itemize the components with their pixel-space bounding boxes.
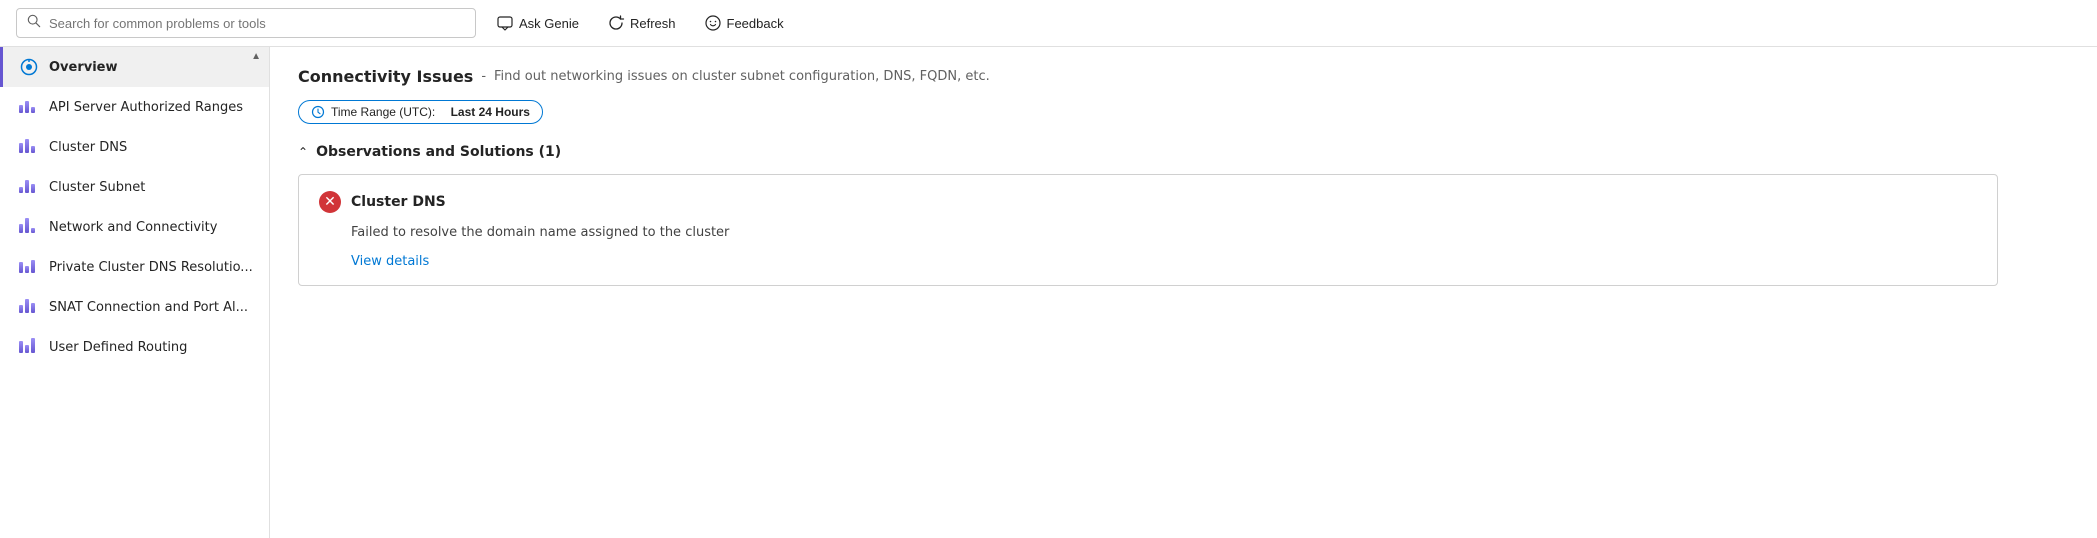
feedback-label: Feedback xyxy=(727,16,784,31)
page-header: Connectivity Issues - Find out networkin… xyxy=(298,67,2069,124)
sidebar-item-cluster-subnet-label: Cluster Subnet xyxy=(49,180,145,195)
title-separator: - xyxy=(481,69,486,84)
user-defined-routing-icon xyxy=(19,337,39,357)
observation-item-title: Cluster DNS xyxy=(351,194,446,210)
sidebar-item-user-defined-routing-label: User Defined Routing xyxy=(49,340,187,355)
error-icon: ✕ xyxy=(319,191,341,213)
sidebar-item-api-server-label: API Server Authorized Ranges xyxy=(49,100,243,115)
refresh-button[interactable]: Refresh xyxy=(599,10,684,36)
snat-icon xyxy=(19,297,39,317)
observation-card: ✕ Cluster DNS Failed to resolve the doma… xyxy=(298,174,1998,286)
sidebar-item-cluster-subnet[interactable]: Cluster Subnet xyxy=(0,167,269,207)
page-subtitle: Find out networking issues on cluster su… xyxy=(494,69,990,84)
overview-icon xyxy=(19,57,39,77)
sidebar-item-api-server[interactable]: API Server Authorized Ranges xyxy=(0,87,269,127)
ask-genie-button[interactable]: Ask Genie xyxy=(488,10,587,36)
clock-icon xyxy=(311,105,325,119)
feedback-icon xyxy=(704,14,722,32)
sidebar-item-private-cluster[interactable]: Private Cluster DNS Resolutio... xyxy=(0,247,269,287)
time-range-label: Time Range (UTC): xyxy=(331,105,435,119)
page-title: Connectivity Issues xyxy=(298,67,473,86)
sidebar-item-snat[interactable]: SNAT Connection and Port Al... xyxy=(0,287,269,327)
refresh-icon xyxy=(607,14,625,32)
content-area: Connectivity Issues - Find out networkin… xyxy=(270,47,2097,538)
observation-item-header: ✕ Cluster DNS xyxy=(319,191,1977,213)
sidebar-item-overview-label: Overview xyxy=(49,60,118,75)
main-layout: ▲ Overview API Server Authorize xyxy=(0,47,2097,538)
cluster-dns-icon xyxy=(19,137,39,157)
observations-title: Observations and Solutions (1) xyxy=(316,144,561,160)
network-connectivity-icon xyxy=(19,217,39,237)
search-input[interactable] xyxy=(49,16,465,31)
sidebar: ▲ Overview API Server Authorize xyxy=(0,47,270,538)
sidebar-item-network-connectivity-label: Network and Connectivity xyxy=(49,220,217,235)
sidebar-item-cluster-dns-label: Cluster DNS xyxy=(49,140,127,155)
observations-header: ⌃ Observations and Solutions (1) xyxy=(298,144,2069,160)
observation-description: Failed to resolve the domain name assign… xyxy=(351,225,1977,240)
sidebar-item-snat-label: SNAT Connection and Port Al... xyxy=(49,300,248,315)
view-details-link[interactable]: View details xyxy=(351,254,429,269)
cluster-subnet-icon xyxy=(19,177,39,197)
sidebar-item-cluster-dns[interactable]: Cluster DNS xyxy=(0,127,269,167)
chevron-up-icon: ⌃ xyxy=(298,145,308,159)
feedback-button[interactable]: Feedback xyxy=(696,10,792,36)
sidebar-item-private-cluster-label: Private Cluster DNS Resolutio... xyxy=(49,260,253,275)
private-cluster-icon xyxy=(19,257,39,277)
api-server-icon xyxy=(19,97,39,117)
ask-genie-label: Ask Genie xyxy=(519,16,579,31)
time-range-button[interactable]: Time Range (UTC): Last 24 Hours xyxy=(298,100,543,124)
refresh-label: Refresh xyxy=(630,16,676,31)
toolbar: Ask Genie Refresh Feedback xyxy=(0,0,2097,47)
sidebar-item-overview[interactable]: Overview xyxy=(0,47,269,87)
sidebar-item-user-defined-routing[interactable]: User Defined Routing xyxy=(0,327,269,367)
search-icon xyxy=(27,14,41,32)
search-box[interactable] xyxy=(16,8,476,38)
sidebar-item-network-connectivity[interactable]: Network and Connectivity xyxy=(0,207,269,247)
page-title-row: Connectivity Issues - Find out networkin… xyxy=(298,67,2069,86)
time-range-value: Last 24 Hours xyxy=(451,105,530,119)
sidebar-scroll-up[interactable]: ▲ xyxy=(247,47,265,66)
genie-icon xyxy=(496,14,514,32)
